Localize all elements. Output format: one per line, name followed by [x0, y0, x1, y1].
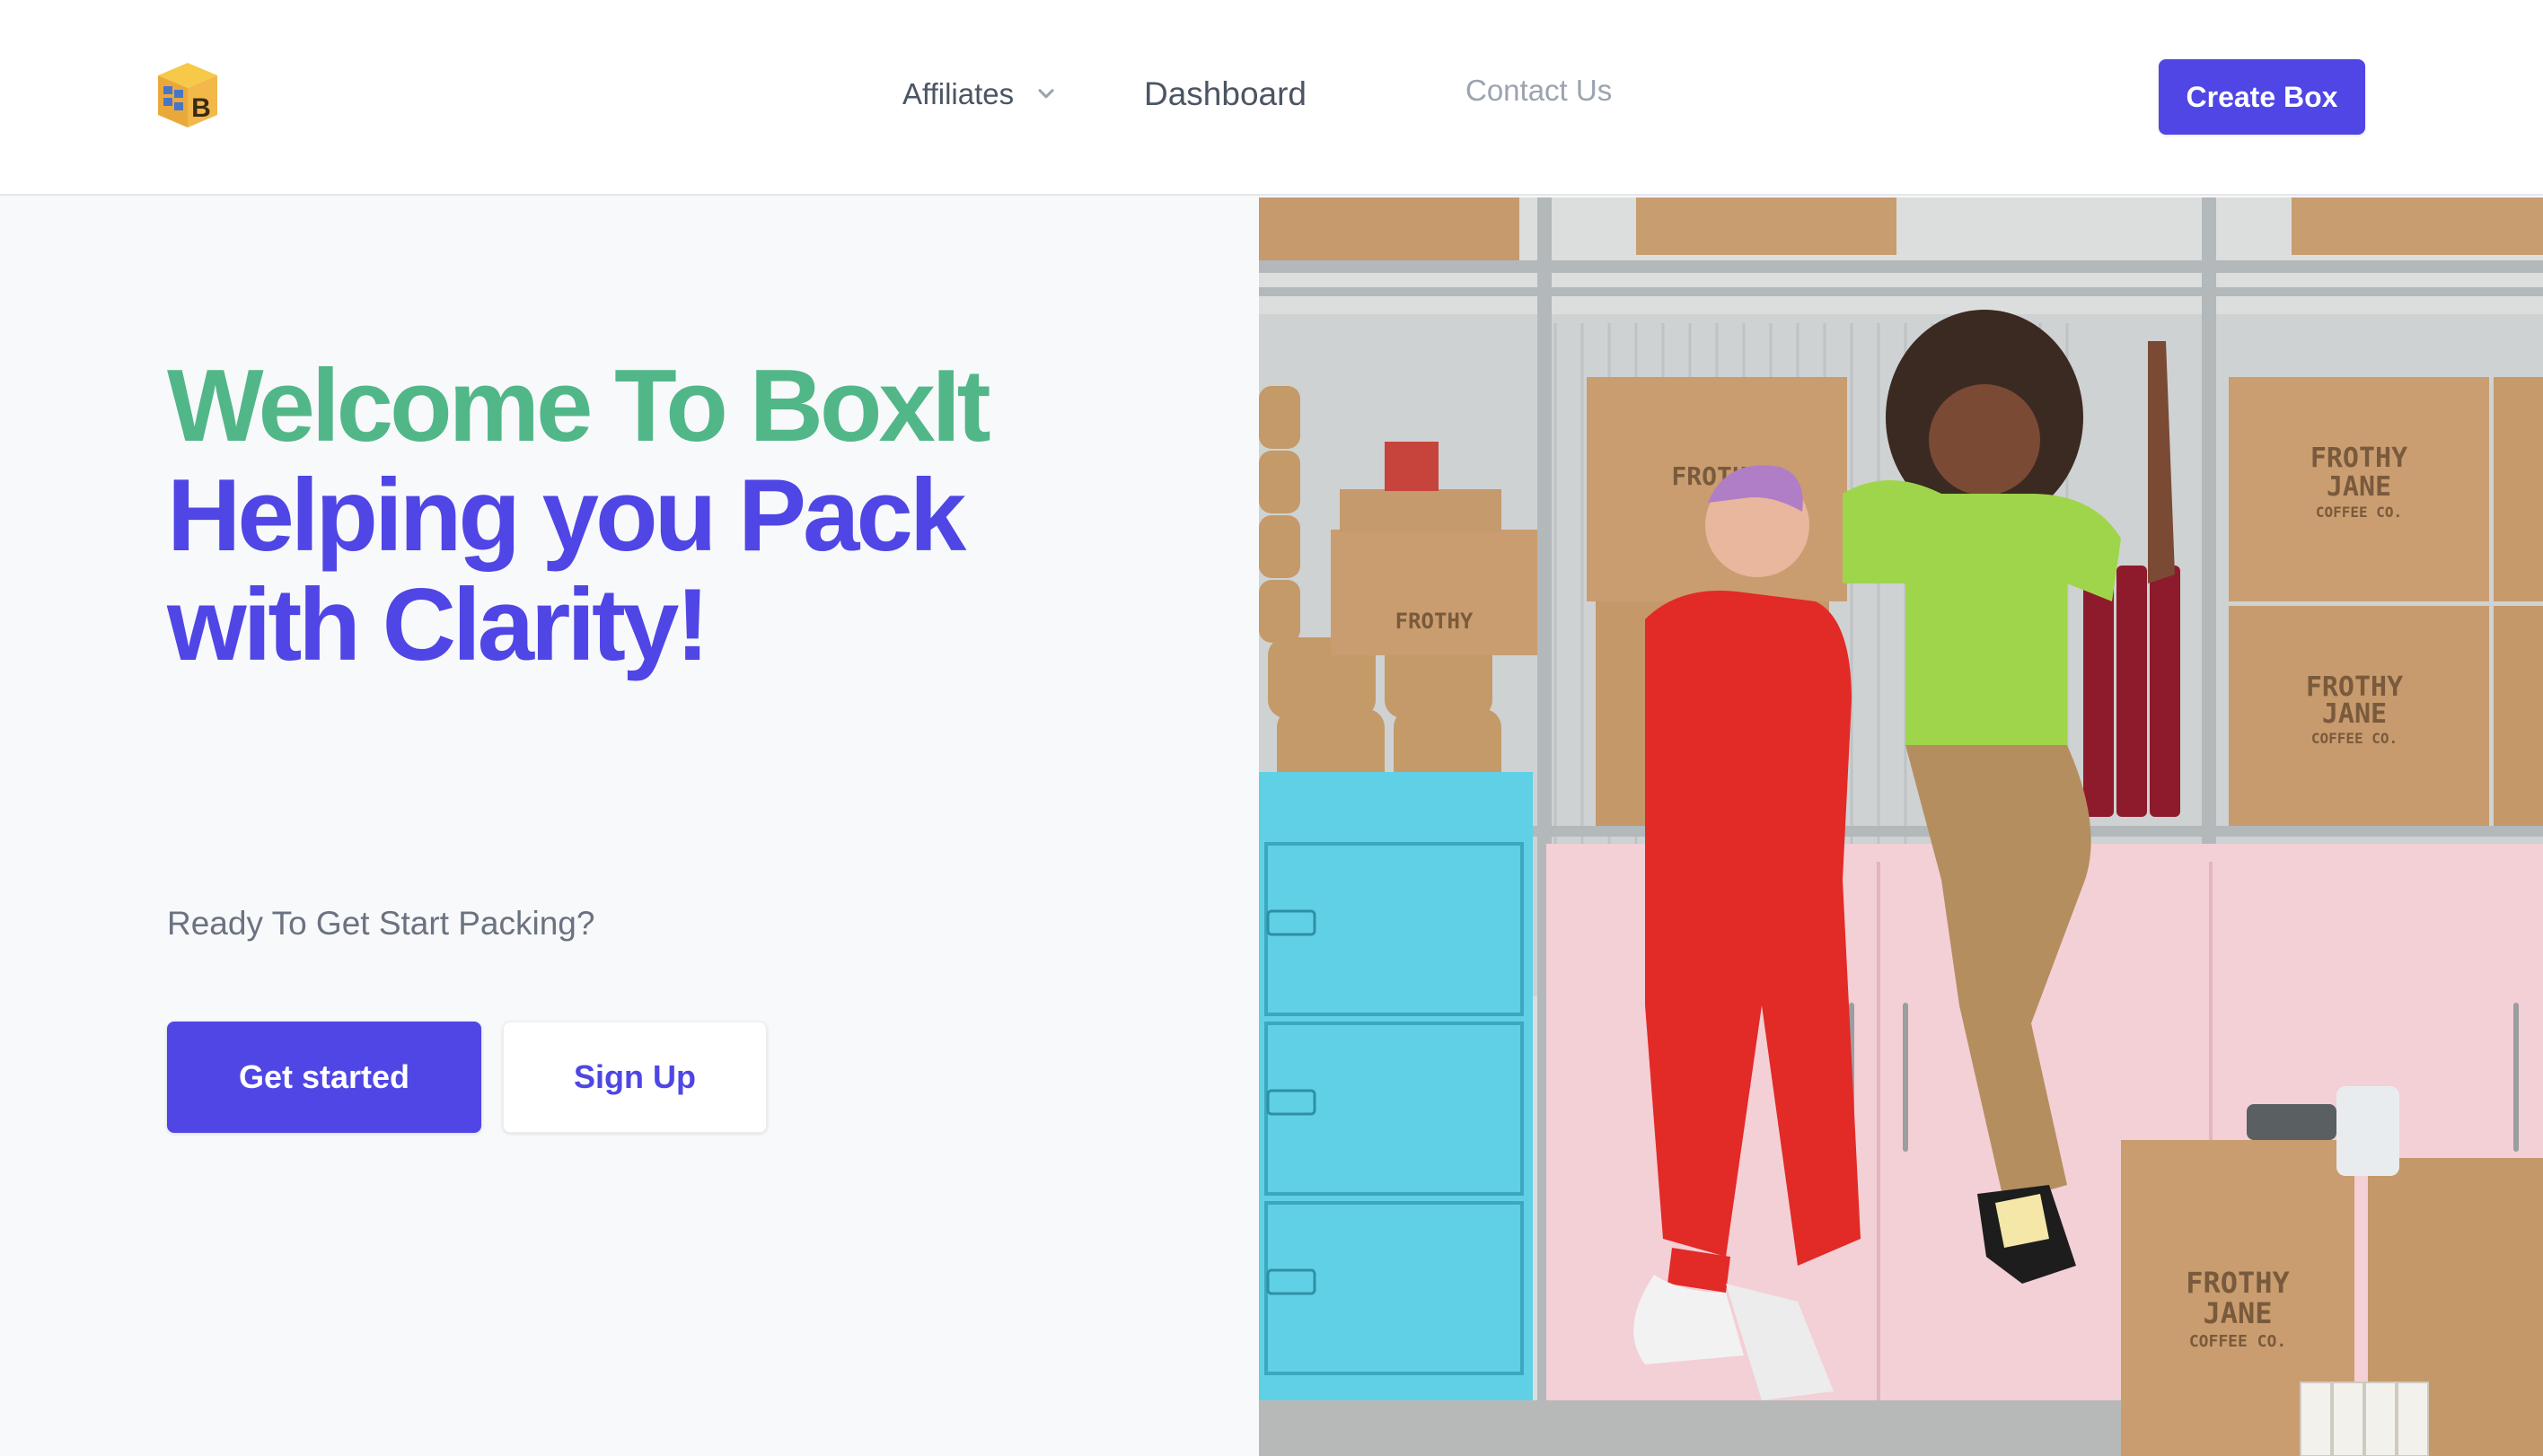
create-box-button[interactable]: Create Box — [2159, 59, 2365, 135]
nav-contact-link[interactable]: Contact Us — [1465, 74, 1612, 108]
svg-text:FROTHY: FROTHY — [2186, 1266, 2290, 1300]
box-brand-label: FROTHY — [1395, 609, 1474, 634]
headline-line-helping: Helping you Pack — [167, 459, 966, 573]
headline-line-welcome: Welcome To BoxIt — [167, 349, 991, 463]
svg-text:JANE: JANE — [2327, 471, 2391, 503]
nav-affiliates-dropdown[interactable]: Affiliates — [902, 77, 1059, 111]
top-navbar: B Affiliates Dashboard Contact Us Create… — [0, 0, 2543, 196]
hero-headline: Welcome To BoxIt Helping you Pack with C… — [167, 349, 991, 682]
svg-text:JANE: JANE — [2322, 698, 2387, 730]
svg-text:COFFEE CO.: COFFEE CO. — [2311, 730, 2398, 747]
svg-text:JANE: JANE — [2203, 1296, 2272, 1330]
box-b-logo-icon[interactable]: B — [154, 59, 221, 131]
svg-text:FROTHY: FROTHY — [2310, 443, 2407, 474]
svg-text:COFFEE CO.: COFFEE CO. — [2316, 504, 2402, 521]
hero-subtitle: Ready To Get Start Packing? — [167, 905, 595, 942]
svg-text:COFFEE CO.: COFFEE CO. — [2189, 1332, 2286, 1351]
nav-affiliates-label: Affiliates — [902, 77, 1015, 110]
get-started-button[interactable]: Get started — [167, 1022, 481, 1133]
hero-photo: FROTHY FROTHY FROTHY JANE COFFEE CO. FRO… — [1259, 197, 2543, 1456]
hero-photo-illustration: FROTHY FROTHY FROTHY JANE COFFEE CO. FRO… — [1259, 197, 2543, 1456]
headline-line-clarity: with Clarity! — [167, 568, 709, 682]
chevron-down-icon — [1038, 89, 1054, 99]
sign-up-button[interactable]: Sign Up — [503, 1022, 767, 1133]
svg-text:B: B — [191, 93, 211, 123]
nav-dashboard-link[interactable]: Dashboard — [1144, 75, 1307, 113]
